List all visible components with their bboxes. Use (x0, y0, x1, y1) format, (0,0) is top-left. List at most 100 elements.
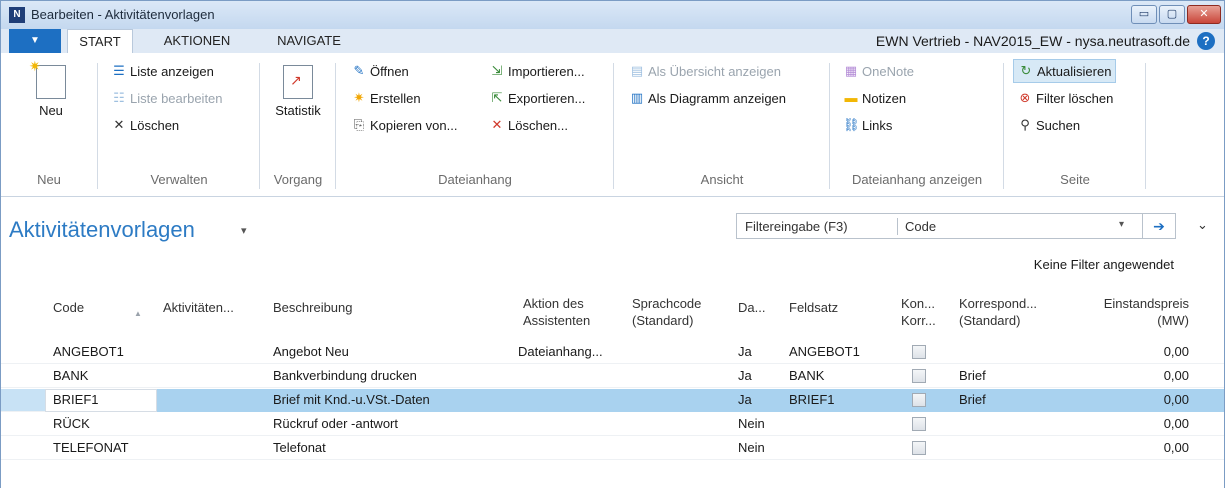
als-diagramm-button[interactable]: ▥ Als Diagramm anzeigen (629, 90, 786, 106)
import-icon: ⇲ (491, 63, 503, 78)
exportieren-button[interactable]: ⇱ Exportieren... (489, 90, 586, 106)
tab-navigate[interactable]: NAVIGATE (265, 29, 353, 53)
cell-einstandspreis[interactable]: 0,00 (1091, 392, 1189, 407)
kon-korr-checkbox[interactable] (912, 369, 926, 383)
new-button[interactable]: ✷ Neu (29, 58, 73, 118)
cell-code[interactable]: TELEFONAT (53, 440, 129, 455)
erstellen-button[interactable]: ✷ Erstellen (351, 90, 421, 106)
als-uebersicht-button[interactable]: ▤ Als Übersicht anzeigen (629, 63, 781, 79)
links-button[interactable]: ⛓ Links (843, 117, 892, 133)
cell-beschreibung[interactable]: Rückruf oder -antwort (273, 416, 398, 431)
cell-beschreibung[interactable]: Brief mit Knd.-u.VSt.-Daten (273, 392, 430, 407)
oeffnen-button[interactable]: ✎ Öffnen (351, 63, 409, 79)
new-document-icon: ✷ (29, 58, 66, 99)
col-header-aktivitaeten[interactable]: Aktivitäten... (163, 299, 234, 316)
table-row[interactable]: TELEFONAT Telefonat Nein 0,00 (1, 437, 1224, 460)
table-row[interactable]: ANGEBOT1 Angebot Neu Dateianhang... Ja ANGEB… (1, 341, 1224, 364)
cell-code[interactable]: ANGEBOT1 (53, 344, 124, 359)
cell-code[interactable]: BRIEF1 (53, 392, 99, 407)
notizen-button[interactable]: ▬ Notizen (843, 90, 907, 106)
col-header-code[interactable]: Code (53, 299, 84, 316)
cell-feldsatz[interactable]: BANK (789, 368, 824, 383)
chevron-down-icon[interactable]: ▾ (241, 224, 247, 237)
group-label-seite: Seite (1060, 172, 1090, 187)
filter-field-select[interactable]: Code (905, 219, 936, 234)
filter-input[interactable]: Filtereingabe (F3) (745, 219, 848, 234)
cell-einstandspreis[interactable]: 0,00 (1091, 416, 1189, 431)
liste-anzeigen-label: Liste anzeigen (130, 63, 214, 79)
col-header-korr-line1: Korrespond... (959, 296, 1038, 311)
col-header-kon-korr[interactable]: Kon... Korr... (901, 295, 936, 329)
kon-korr-checkbox[interactable] (912, 417, 926, 431)
col-header-einstandspreis[interactable]: Einstandspreis (MW) (1081, 295, 1189, 329)
col-header-korrespondenz[interactable]: Korrespond... (Standard) (959, 295, 1037, 329)
cell-korrespondenz[interactable]: Brief (959, 368, 986, 383)
tab-aktionen[interactable]: AKTIONEN (147, 29, 247, 53)
cell-da[interactable]: Ja (738, 392, 752, 407)
table-row[interactable]: BANK Bankverbindung drucken Ja BANK Brief 0,0… (1, 365, 1224, 388)
liste-anzeigen-button[interactable]: ☰ Liste anzeigen (111, 63, 214, 79)
cell-aktion[interactable]: Dateianhang... (518, 344, 603, 359)
kon-korr-checkbox[interactable] (912, 345, 926, 359)
cell-da[interactable]: Ja (738, 344, 752, 359)
cell-beschreibung[interactable]: Telefonat (273, 440, 326, 455)
divider (259, 63, 260, 189)
cell-code[interactable]: BANK (53, 368, 88, 383)
kopieren-button[interactable]: ⎘ Kopieren von... (351, 117, 458, 133)
suchen-label: Suchen (1036, 117, 1081, 133)
col-header-feldsatz[interactable]: Feldsatz (789, 299, 838, 316)
importieren-button[interactable]: ⇲ Importieren... (489, 63, 585, 79)
liste-bearbeiten-button[interactable]: ☷ Liste bearbeiten (111, 90, 222, 106)
statistik-button[interactable]: ↗ Statistik (267, 65, 329, 118)
loeschen-button[interactable]: ✕ Löschen (111, 117, 180, 133)
cell-einstandspreis[interactable]: 0,00 (1091, 368, 1189, 383)
tab-start[interactable]: START (67, 29, 133, 53)
cell-da[interactable]: Nein (738, 416, 765, 431)
divider (613, 63, 614, 189)
kon-korr-checkbox[interactable] (912, 441, 926, 455)
dropdown-arrow-icon[interactable]: ▾ (1119, 219, 1124, 230)
anhang-loeschen-button[interactable]: ✕ Löschen... (489, 117, 568, 133)
erstellen-label: Erstellen (370, 90, 421, 106)
refresh-icon: ↻ (1020, 63, 1032, 78)
delete-x-icon: ✕ (113, 117, 125, 132)
cell-feldsatz[interactable]: ANGEBOT1 (789, 344, 860, 359)
cell-beschreibung[interactable]: Angebot Neu (273, 344, 349, 359)
onenote-button[interactable]: ▦ OneNote (843, 63, 914, 79)
col-header-einst-line2: (MW) (1157, 313, 1189, 328)
col-header-aktion-line1: Aktion des (523, 296, 584, 311)
close-button[interactable]: ✕ (1187, 5, 1221, 24)
cell-feldsatz[interactable]: BRIEF1 (789, 392, 835, 407)
table-row[interactable]: RÜCK Rückruf oder -antwort Nein 0,00 (1, 413, 1224, 436)
table-row[interactable]: BRIEF1 Brief mit Knd.-u.VSt.-Daten Ja BRIEF… (1, 389, 1224, 412)
delete-red-x-icon: ✕ (491, 117, 503, 132)
window-title: Bearbeiten - Aktivitätenvorlagen (31, 7, 215, 22)
cell-einstandspreis[interactable]: 0,00 (1091, 344, 1189, 359)
suchen-button[interactable]: ⚲ Suchen (1017, 117, 1080, 133)
col-header-da[interactable]: Da... (738, 299, 765, 316)
kon-korr-checkbox[interactable] (912, 393, 926, 407)
aktualisieren-button[interactable]: ↻ Aktualisieren (1013, 59, 1117, 83)
cell-korrespondenz[interactable]: Brief (959, 392, 986, 407)
cell-da[interactable]: Nein (738, 440, 765, 455)
col-header-sprachcode[interactable]: Sprachcode (Standard) (632, 295, 701, 329)
cell-beschreibung[interactable]: Bankverbindung drucken (273, 368, 417, 383)
apply-filter-arrow-icon[interactable]: ➔ (1142, 214, 1175, 238)
cell-da[interactable]: Ja (738, 368, 752, 383)
cell-einstandspreis[interactable]: 0,00 (1091, 440, 1189, 455)
col-header-aktion[interactable]: Aktion des Assistenten (523, 295, 590, 329)
aktualisieren-label: Aktualisieren (1037, 63, 1112, 79)
app-menu-button[interactable]: ▼ (9, 29, 61, 53)
onenote-label: OneNote (862, 63, 915, 79)
cell-code[interactable]: RÜCK (53, 416, 90, 431)
collapse-chevron-icon[interactable]: ⌄ (1197, 217, 1208, 233)
minimize-button[interactable]: ▭ (1131, 5, 1157, 24)
page-title[interactable]: Aktivitätenvorlagen (9, 217, 195, 243)
maximize-button[interactable]: ▢ (1159, 5, 1185, 24)
filter-loeschen-button[interactable]: ⊗ Filter löschen (1017, 90, 1114, 106)
group-verwalten: ☰ Liste anzeigen ☷ Liste bearbeiten ✕ Lö… (99, 53, 259, 195)
help-icon[interactable]: ? (1197, 32, 1215, 50)
col-header-beschreibung[interactable]: Beschreibung (273, 299, 353, 316)
oeffnen-label: Öffnen (370, 63, 409, 79)
col-header-einst-line1: Einstandspreis (1103, 296, 1189, 311)
